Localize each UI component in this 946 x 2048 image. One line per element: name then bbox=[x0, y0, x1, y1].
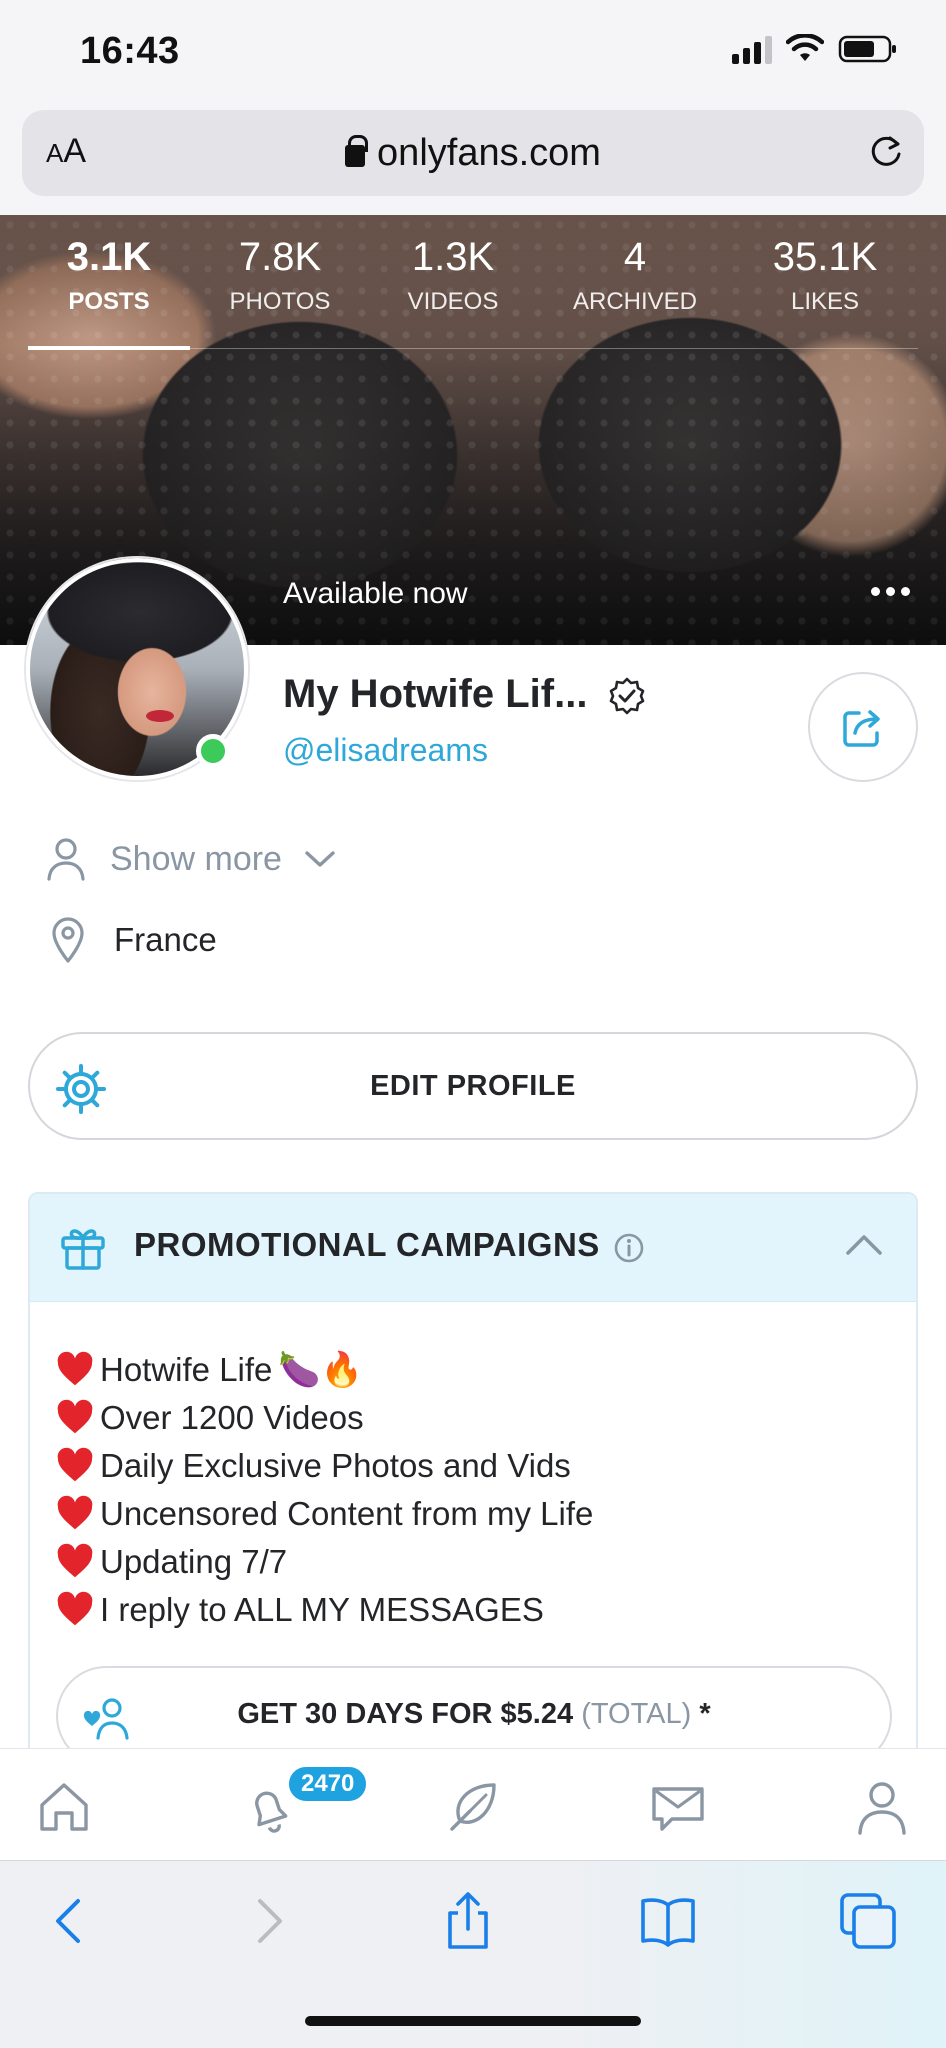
offer-main-text: GET 30 DAYS FOR $5.24 bbox=[237, 1698, 574, 1730]
stat-value: 1.3K bbox=[411, 235, 495, 279]
status-icons bbox=[732, 34, 898, 64]
stat-label: LIKES bbox=[790, 288, 860, 315]
share-sheet-icon[interactable] bbox=[438, 1891, 498, 1951]
notifications-badge: 2470 bbox=[286, 1764, 370, 1804]
edit-profile-label: EDIT PROFILE bbox=[370, 1070, 576, 1102]
chevron-up-icon[interactable] bbox=[844, 1232, 884, 1258]
page: 16:43 AA onlyfans.com 3.1K POSTS 7.8K PH… bbox=[0, 0, 946, 2048]
forward-icon[interactable] bbox=[238, 1891, 298, 1951]
cellular-signal-icon bbox=[732, 34, 772, 64]
promo-line: Hotwife Life 🍆🔥 bbox=[56, 1346, 593, 1394]
availability-status: Available now bbox=[283, 577, 468, 610]
profile-stats-tabs: 3.1K POSTS 7.8K PHOTOS 1.3K VIDEOS 4 ARC… bbox=[0, 235, 946, 335]
messages-icon[interactable] bbox=[648, 1777, 708, 1837]
promotional-campaigns-title: PROMOTIONAL CAMPAIGNS bbox=[134, 1226, 600, 1263]
offer-total-label: (TOTAL) bbox=[581, 1698, 692, 1730]
back-icon[interactable] bbox=[40, 1891, 100, 1951]
promo-line-text: Over 1200 Videos bbox=[100, 1399, 364, 1436]
tabs-icon[interactable] bbox=[838, 1891, 898, 1951]
stat-value: 3.1K bbox=[66, 235, 152, 279]
show-more-toggle[interactable]: Show more bbox=[44, 836, 336, 882]
profile-name: My Hotwife Lif... bbox=[283, 672, 588, 716]
wifi-icon bbox=[786, 34, 824, 61]
share-icon bbox=[843, 710, 880, 747]
offer-text: GET 30 DAYS FOR $5.24 (TOTAL) * bbox=[58, 1698, 890, 1731]
promo-line-text: Updating 7/7 bbox=[100, 1543, 288, 1580]
promo-line-text: Daily Exclusive Photos and Vids bbox=[100, 1447, 571, 1484]
user-icon bbox=[47, 838, 85, 881]
location-pin-icon bbox=[52, 917, 84, 963]
heart-emoji-icon bbox=[57, 1591, 93, 1626]
promo-line-text: I reply to ALL MY MESSAGES bbox=[100, 1591, 544, 1628]
browser-top-bar: AA onlyfans.com bbox=[0, 105, 946, 215]
promo-line: Updating 7/7 bbox=[56, 1538, 593, 1586]
feather-create-post-icon[interactable] bbox=[442, 1777, 502, 1837]
show-more-label: Show more bbox=[110, 839, 282, 878]
stat-label: VIDEOS bbox=[407, 288, 499, 315]
home-icon[interactable] bbox=[34, 1777, 94, 1837]
heart-emoji-icon bbox=[57, 1447, 93, 1482]
tab-likes[interactable]: 35.1K LIKES bbox=[745, 235, 905, 316]
offer-asterisk: * bbox=[699, 1698, 711, 1730]
gift-icon bbox=[61, 1229, 105, 1270]
profile-handle[interactable]: @elisadreams bbox=[283, 732, 488, 769]
online-status-indicator bbox=[196, 734, 230, 768]
stat-label: POSTS bbox=[68, 288, 150, 315]
promo-line-text: Uncensored Content from my Life bbox=[100, 1495, 594, 1532]
lock-icon bbox=[345, 135, 369, 167]
status-bar: 16:43 bbox=[0, 0, 946, 105]
status-time: 16:43 bbox=[80, 30, 180, 72]
stat-label: PHOTOS bbox=[229, 288, 331, 315]
promo-line-emoji: 🍆🔥 bbox=[278, 1351, 364, 1389]
avatar-detail bbox=[146, 710, 174, 722]
more-options-icon[interactable] bbox=[871, 587, 910, 596]
stat-value: 35.1K bbox=[772, 235, 878, 279]
chevron-down-icon bbox=[305, 851, 335, 867]
tab-photos[interactable]: 7.8K PHOTOS bbox=[200, 235, 360, 316]
bookmarks-icon[interactable] bbox=[638, 1891, 698, 1951]
stat-value: 7.8K bbox=[238, 235, 322, 279]
battery-icon bbox=[838, 35, 896, 63]
promo-line: I reply to ALL MY MESSAGES bbox=[56, 1586, 593, 1634]
heart-emoji-icon bbox=[57, 1495, 93, 1530]
active-tab-indicator bbox=[28, 346, 190, 350]
heart-emoji-icon bbox=[57, 1543, 93, 1578]
profile-name-row: My Hotwife Lif... bbox=[283, 672, 647, 717]
home-indicator bbox=[305, 2016, 641, 2026]
url-text: onlyfans.com bbox=[377, 132, 601, 174]
profile-location: France bbox=[50, 916, 217, 964]
address-bar[interactable]: AA onlyfans.com bbox=[22, 110, 924, 196]
tab-videos[interactable]: 1.3K VIDEOS bbox=[373, 235, 533, 316]
info-icon[interactable] bbox=[613, 1232, 645, 1264]
profile-icon[interactable] bbox=[852, 1777, 912, 1837]
promo-line-text: Hotwife Life bbox=[100, 1351, 273, 1388]
tab-posts[interactable]: 3.1K POSTS bbox=[28, 235, 190, 316]
promo-line: Uncensored Content from my Life bbox=[56, 1490, 593, 1538]
promotional-campaigns-header[interactable]: PROMOTIONAL CAMPAIGNS bbox=[30, 1194, 916, 1302]
heart-emoji-icon bbox=[57, 1351, 93, 1386]
stat-label: ARCHIVED bbox=[572, 288, 698, 315]
tab-archived[interactable]: 4 ARCHIVED bbox=[555, 235, 715, 316]
promo-line: Over 1200 Videos bbox=[56, 1394, 593, 1442]
edit-profile-button[interactable]: EDIT PROFILE bbox=[28, 1032, 918, 1140]
url-display[interactable]: onlyfans.com bbox=[22, 132, 924, 175]
app-bottom-nav bbox=[0, 1748, 946, 1860]
verified-badge-icon bbox=[609, 678, 644, 715]
share-button[interactable] bbox=[808, 672, 918, 782]
stat-value: 4 bbox=[623, 235, 647, 279]
reload-icon[interactable] bbox=[866, 132, 906, 172]
heart-emoji-icon bbox=[57, 1399, 93, 1434]
promo-line: Daily Exclusive Photos and Vids bbox=[56, 1442, 593, 1490]
promo-description: Hotwife Life 🍆🔥 Over 1200 Videos Daily E… bbox=[56, 1346, 593, 1634]
location-text: France bbox=[114, 921, 217, 958]
